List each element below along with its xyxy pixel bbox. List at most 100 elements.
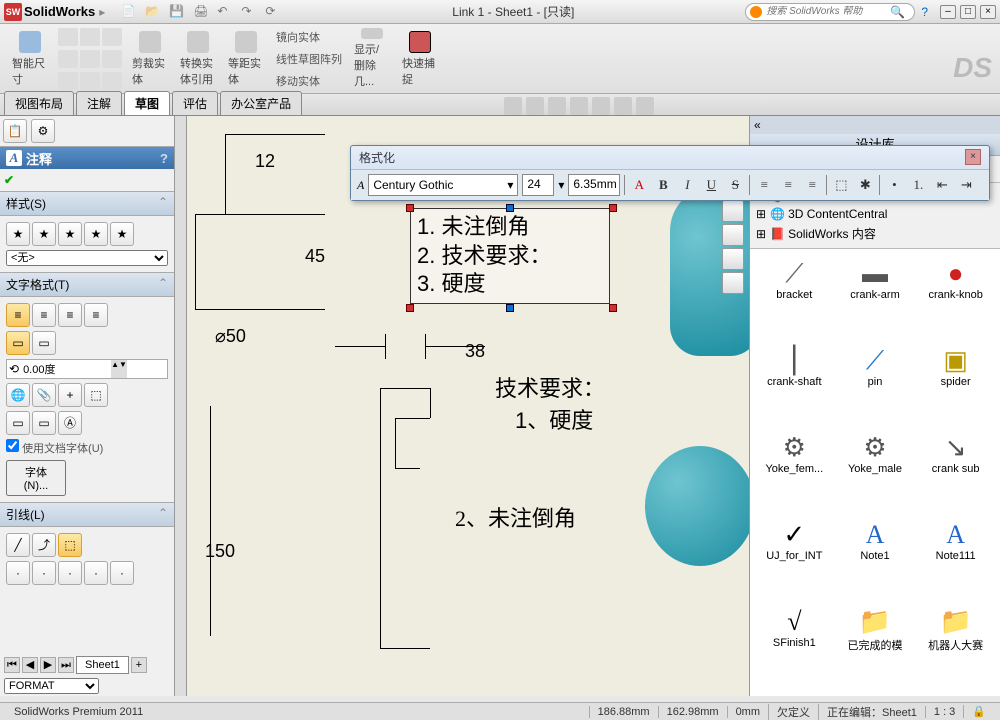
lib-item[interactable]: ANote1 [837, 516, 914, 599]
font-button[interactable]: 字体(N)... [6, 460, 66, 496]
save-icon[interactable]: 💾 [169, 4, 185, 20]
tab-1[interactable]: 注解 [76, 91, 122, 115]
lib-item[interactable]: ⎮crank-shaft [756, 342, 833, 425]
lib-item[interactable]: ●crank-knob [917, 255, 994, 338]
tab-3[interactable]: 评估 [172, 91, 218, 115]
lib-item[interactable]: ▣spider [917, 342, 994, 425]
tab-4[interactable]: 办公室产品 [220, 91, 302, 115]
lib-item[interactable]: ANote111 [917, 516, 994, 599]
align-justify-button[interactable]: ≡ [84, 303, 108, 327]
style-favorites[interactable]: ★★★★★ [6, 222, 168, 246]
lib-item[interactable]: ▬crank-arm [837, 255, 914, 338]
indent-r-button[interactable]: ⇥ [956, 175, 976, 195]
sheet-last[interactable]: ⏭ [58, 657, 74, 673]
lib-item[interactable]: ⟋bracket [756, 255, 833, 338]
redo-icon[interactable]: ↷ [241, 4, 257, 20]
annotation-3[interactable]: 2、未注倒角 [455, 501, 576, 533]
close-button[interactable]: × [980, 5, 996, 19]
sketch-tools[interactable] [54, 26, 126, 91]
textfmt-section-header[interactable]: 文字格式(T)⌃ [0, 272, 174, 297]
italic-button[interactable]: I [677, 175, 697, 195]
minimize-button[interactable]: – [940, 5, 956, 19]
dim-12[interactable]: 12 [255, 151, 275, 172]
sheet-next[interactable]: ▶ [40, 657, 56, 673]
tp-icon3[interactable] [722, 248, 744, 270]
leader-section-header[interactable]: 引线(L)⌃ [0, 502, 174, 527]
strike-button[interactable]: S [725, 175, 745, 195]
align-right-button[interactable]: ≡ [58, 303, 82, 327]
tp-icon2[interactable] [722, 224, 744, 246]
tab-2[interactable]: 草图 [124, 91, 170, 115]
magnifier-icon[interactable]: 🔍 [890, 5, 905, 19]
status-lock-icon[interactable]: 🔒 [963, 705, 994, 718]
dim-input[interactable]: 6.35mm [568, 174, 620, 196]
undo-icon[interactable]: ↶ [217, 4, 233, 20]
number-button[interactable]: 1. [908, 175, 928, 195]
annot-line3[interactable]: 3. 硬度 [417, 270, 603, 299]
tree-item[interactable]: ⊞🌐3D ContentCentral [756, 205, 994, 223]
print-icon[interactable]: 🖨 [193, 4, 209, 20]
symbol-button[interactable]: ✱ [855, 175, 875, 195]
feature-tree-icon[interactable]: 📋 [3, 119, 27, 143]
help-icon[interactable]: ? [921, 5, 928, 19]
tree-item[interactable]: ⊞📕SolidWorks 内容 [756, 223, 994, 244]
quick-snap-button[interactable]: 快速捕捉 [396, 26, 444, 91]
align-left-button[interactable]: ≡ [6, 303, 30, 327]
lib-item[interactable]: ⚙Yoke_male [837, 429, 914, 512]
collapse-icon[interactable]: « [750, 116, 1000, 134]
offset-button[interactable]: 等距实体 [222, 26, 270, 91]
lib-item[interactable]: ⟋pin [837, 342, 914, 425]
angle-input[interactable]: ⟲ ▲▼ [6, 359, 168, 379]
align-center-button[interactable]: ≡ [32, 303, 56, 327]
search-input[interactable] [766, 6, 886, 17]
dim-38[interactable]: 38 [465, 341, 485, 362]
align-c-button[interactable]: ≡ [778, 175, 798, 195]
annotation-editing[interactable]: 1. 未注倒角 2. 技术要求： 3. 硬度 [410, 208, 610, 304]
insert-row[interactable]: 🌐📎+⬚ [6, 383, 168, 407]
dim-50[interactable]: ⌀50 [215, 326, 246, 347]
lib-item[interactable]: ↘crank sub [917, 429, 994, 512]
annotation-2[interactable]: 技术要求： 1、硬度 [495, 371, 605, 435]
annot-line1[interactable]: 1. 未注倒角 [417, 213, 603, 242]
help-search[interactable]: 🔍 [745, 3, 915, 21]
underline-button[interactable]: U [701, 175, 721, 195]
tp-icon1[interactable] [722, 200, 744, 222]
sheet-tabs[interactable]: ⏮ ◀ ▶ ⏭ Sheet1 + [4, 655, 147, 675]
font-dropdown[interactable]: Century Gothic▾ [368, 174, 518, 196]
view-toolbar[interactable] [504, 97, 654, 115]
pm-help-icon[interactable]: ? [160, 151, 168, 166]
align-row[interactable]: ≡ ≡ ≡ ≡ [6, 303, 168, 327]
task-pane-tabs[interactable] [722, 200, 746, 294]
valign2-button[interactable]: ▭ [32, 331, 56, 355]
filter-bar[interactable]: FORMAT [4, 678, 99, 694]
leader-style-row[interactable]: ╱⤴⬚ [6, 533, 168, 557]
dim-45[interactable]: 45 [305, 246, 325, 267]
align-l-button[interactable]: ≡ [754, 175, 774, 195]
sheet-tab-1[interactable]: Sheet1 [76, 656, 129, 674]
color-button[interactable]: A [629, 175, 649, 195]
lib-item[interactable]: ⚙Yoke_fem... [756, 429, 833, 512]
tp-icon4[interactable] [722, 272, 744, 294]
bold-button[interactable]: B [653, 175, 673, 195]
sheet-prev[interactable]: ◀ [22, 657, 38, 673]
lib-item[interactable]: √SFinish1 [756, 603, 833, 690]
bullet-button[interactable]: • [884, 175, 904, 195]
stack-button[interactable]: ⬚ [831, 175, 851, 195]
format-toolbar[interactable]: 格式化× A Century Gothic▾ 24▾ 6.35mm A B I … [350, 145, 990, 201]
modify-group[interactable]: 镜向实体 线性草图阵列 移动实体 [270, 26, 348, 91]
size-dropdown[interactable]: 24 [522, 174, 554, 196]
config-icon[interactable]: ⚙ [31, 119, 55, 143]
tab-0[interactable]: 视图布局 [4, 91, 74, 115]
restore-button[interactable]: □ [960, 5, 976, 19]
open-icon[interactable]: 📂 [145, 4, 161, 20]
drawing-canvas[interactable]: 12 45 ⌀50 38 150 1. 未注倒角 2. 技术要求： 3. 硬度 [175, 116, 750, 696]
sheet-add[interactable]: + [131, 657, 147, 673]
lib-item[interactable]: ✓UJ_for_INT [756, 516, 833, 599]
smart-dimension-button[interactable]: 智能尺寸 [6, 26, 54, 91]
new-icon[interactable]: 📄 [121, 4, 137, 20]
style-select[interactable]: <无> [6, 250, 168, 266]
sheet-first[interactable]: ⏮ [4, 657, 20, 673]
lib-item[interactable]: 📁已完成的模 [837, 603, 914, 690]
valign-button[interactable]: ▭ [6, 331, 30, 355]
annot-line2[interactable]: 2. 技术要求： [417, 242, 603, 271]
